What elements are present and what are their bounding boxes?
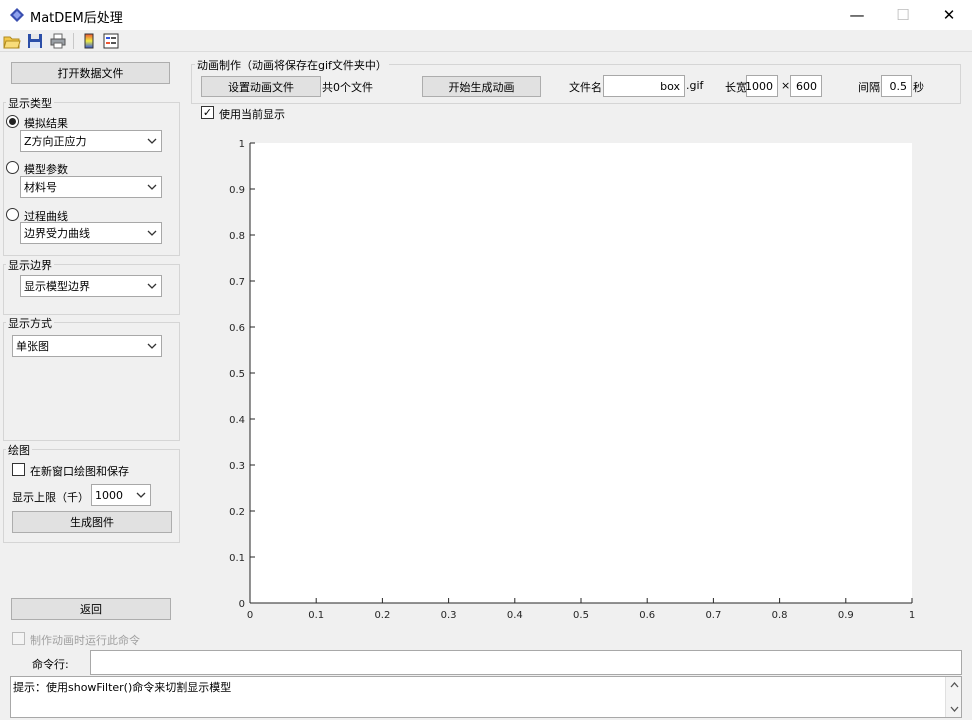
run-command-label: 制作动画时运行此命令 [30, 634, 140, 647]
command-line-label: 命令行: [32, 658, 69, 671]
x-tick-label: 0.1 [308, 610, 324, 621]
upper-limit-label: 显示上限（千） [12, 491, 89, 504]
process-curve-radio[interactable] [6, 208, 19, 221]
display-boundary-select[interactable]: 显示模型边界 [20, 275, 162, 297]
y-tick-label: 0.4 [229, 415, 245, 426]
display-mode-select[interactable]: 单张图 [12, 335, 162, 357]
new-window-label: 在新窗口绘图和保存 [30, 465, 129, 478]
chevron-down-icon [132, 485, 150, 505]
y-tick-label: 0.8 [229, 231, 245, 242]
gif-extension-label: .gif [686, 79, 704, 92]
model-param-radio[interactable] [6, 161, 19, 174]
display-boundary-title: 显示边界 [6, 257, 54, 273]
chevron-down-icon [143, 177, 161, 197]
x-tick-label: 0.7 [705, 610, 721, 621]
chevron-down-icon [143, 276, 161, 296]
display-type-title: 显示类型 [6, 95, 54, 111]
print-icon[interactable] [49, 32, 67, 50]
maximize-button[interactable]: ☐ [880, 0, 926, 30]
colorbar-icon[interactable] [80, 32, 98, 50]
interval-label: 间隔 [858, 81, 880, 94]
minimize-button[interactable]: — [834, 0, 880, 30]
x-tick-label: 0.8 [772, 610, 788, 621]
animation-title: 动画制作（动画将保存在gif文件夹中） [195, 57, 389, 73]
use-current-display-checkbox[interactable]: ✓ [201, 106, 214, 119]
file-count-label: 共0个文件 [322, 81, 373, 94]
save-icon[interactable] [26, 32, 44, 50]
filename-label: 文件名 [569, 81, 602, 94]
width-input[interactable]: 1000 [745, 75, 778, 97]
generate-figure-button[interactable]: 生成图件 [12, 511, 172, 533]
new-window-checkbox[interactable] [12, 463, 25, 476]
sim-result-radio[interactable] [6, 115, 19, 128]
x-tick-label: 0.5 [573, 610, 589, 621]
scroll-down-icon[interactable] [950, 706, 959, 712]
hint-box: 提示：使用showFilter()命令来切割显示模型 [10, 676, 962, 718]
sim-result-select[interactable]: Z方向正应力 [20, 130, 162, 152]
use-current-display-label: 使用当前显示 [219, 108, 285, 121]
back-button[interactable]: 返回 [11, 598, 171, 620]
interval-input[interactable]: 0.5 [881, 75, 912, 97]
toolbar-divider [73, 33, 74, 49]
y-tick-label: 0.6 [229, 323, 245, 334]
x-tick-label: 0.6 [639, 610, 655, 621]
y-tick-label: 0.9 [229, 185, 245, 196]
window-title: MatDEM后处理 [30, 11, 123, 26]
upper-limit-select[interactable]: 1000 [91, 484, 151, 506]
x-tick-label: 0 [247, 610, 253, 621]
y-tick-label: 0.2 [229, 507, 245, 518]
chevron-down-icon [143, 131, 161, 151]
x-tick-label: 0.9 [838, 610, 854, 621]
hint-text: 提示：使用showFilter()命令来切割显示模型 [13, 681, 232, 694]
hint-scrollbar[interactable] [945, 677, 961, 717]
checkmark-icon: ✓ [202, 106, 213, 119]
command-line-input[interactable] [90, 650, 962, 675]
open-data-file-button[interactable]: 打开数据文件 [11, 62, 170, 84]
y-tick-label: 0.7 [229, 277, 245, 288]
run-command-checkbox[interactable] [12, 632, 25, 645]
sim-result-label: 模拟结果 [24, 117, 68, 130]
height-input[interactable]: 600 [790, 75, 822, 97]
axes-background [250, 143, 912, 603]
scroll-up-icon[interactable] [950, 682, 959, 688]
toolbar [0, 30, 972, 52]
set-animation-file-button[interactable]: 设置动画文件 [201, 76, 321, 97]
y-tick-label: 0.3 [229, 461, 245, 472]
x-tick-label: 0.3 [441, 610, 457, 621]
chevron-down-icon [143, 336, 161, 356]
title-bar: MatDEM后处理 — ☐ ✕ [0, 0, 972, 30]
model-param-select[interactable]: 材料号 [20, 176, 162, 198]
matdem-app-icon [10, 8, 24, 22]
filename-input[interactable]: box [603, 75, 685, 97]
start-animation-button[interactable]: 开始生成动画 [422, 76, 541, 97]
y-tick-label: 0.5 [229, 369, 245, 380]
y-tick-label: 1 [239, 139, 245, 150]
model-param-label: 模型参数 [24, 163, 68, 176]
size-label: 长宽 [725, 81, 747, 94]
plot-title: 绘图 [6, 442, 32, 458]
chevron-down-icon [143, 223, 161, 243]
close-button[interactable]: ✕ [926, 0, 972, 30]
process-curve-select[interactable]: 边界受力曲线 [20, 222, 162, 244]
x-tick-label: 1 [909, 610, 915, 621]
times-sign: × [781, 79, 791, 92]
interval-unit-label: 秒 [913, 81, 924, 94]
open-folder-icon[interactable] [3, 32, 21, 50]
legend-icon[interactable] [102, 32, 120, 50]
x-tick-label: 0.4 [507, 610, 523, 621]
x-tick-label: 0.2 [374, 610, 390, 621]
y-tick-label: 0.1 [229, 553, 245, 564]
display-mode-title: 显示方式 [6, 315, 54, 331]
y-tick-label: 0 [239, 599, 245, 610]
plot-axes: 0 0.1 0.2 0.3 0.4 0.5 0.6 0.7 0.8 0.9 1 0 0.1 0.2 0.3… [229, 139, 915, 621]
